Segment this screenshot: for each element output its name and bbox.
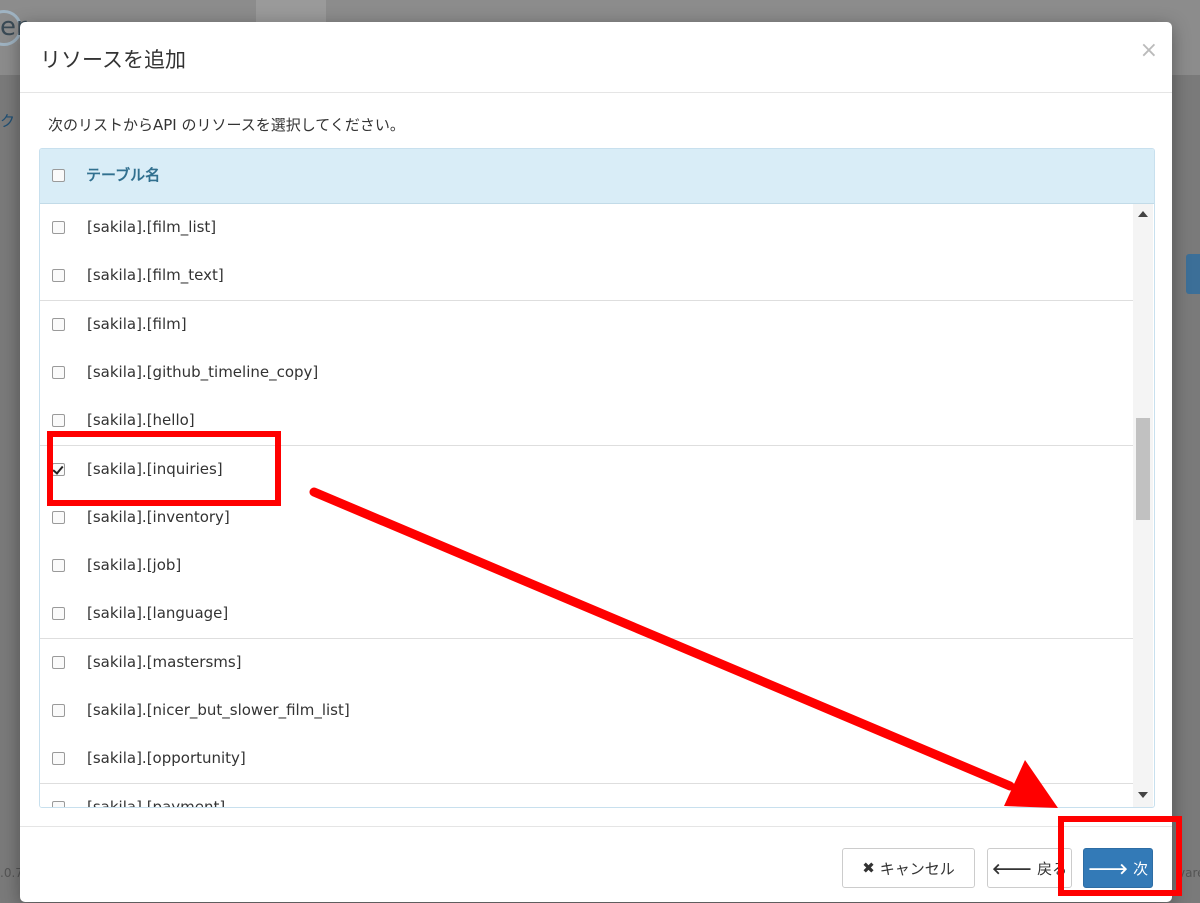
annotation-arrow (309, 487, 1058, 808)
